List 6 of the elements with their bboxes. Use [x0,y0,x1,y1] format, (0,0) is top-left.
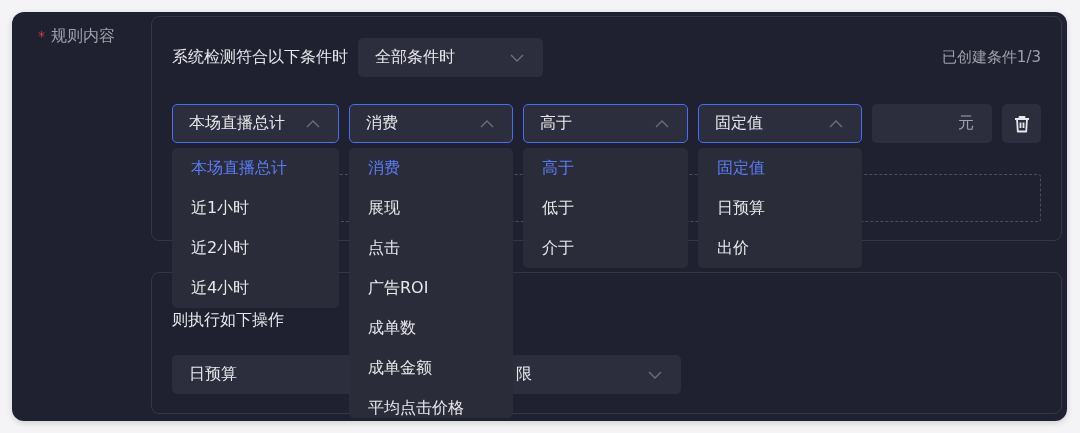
actions-heading: 则执行如下操作 [172,310,284,330]
unit-label: 元 [958,113,974,134]
conditions-intro: 系统检测符合以下条件时 [172,47,348,68]
condition-count: 已创建条件1/3 [941,48,1041,67]
required-mark: * [38,27,45,46]
form-label: 规则内容 [51,26,115,46]
